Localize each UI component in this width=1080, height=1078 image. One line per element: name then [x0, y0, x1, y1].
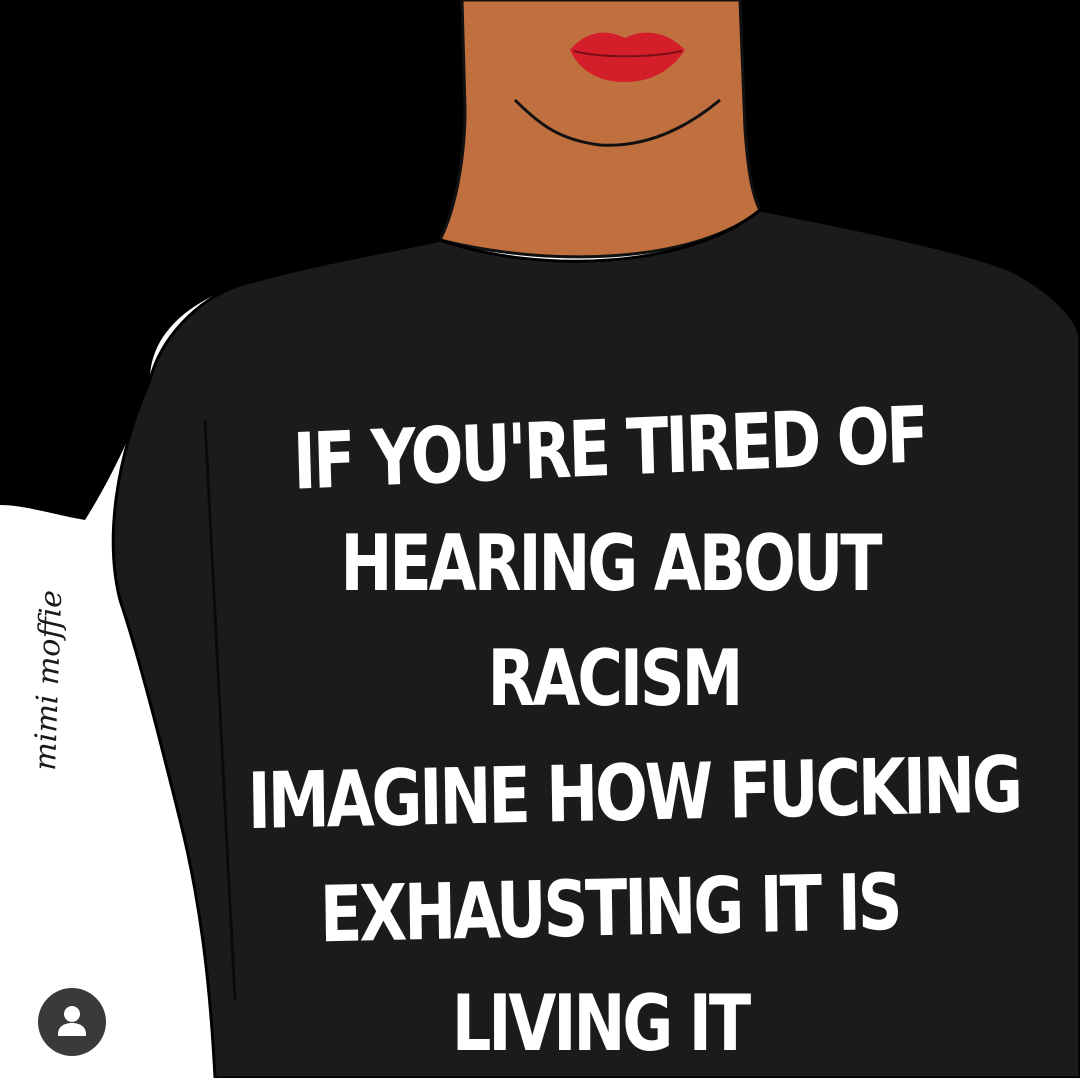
shirt-slogan: IF YOU'RE TIRED OF HEARING ABOUT RACISM …: [247, 389, 1020, 1078]
slogan-line: HEARING ABOUT: [340, 517, 883, 609]
illustration-scene: IF YOU'RE TIRED OF HEARING ABOUT RACISM …: [0, 0, 1080, 1078]
slogan-line: LIVING IT: [451, 977, 751, 1069]
user-profile-icon: [58, 1006, 86, 1036]
profile-button[interactable]: [38, 988, 106, 1056]
slogan-line: EXHAUSTING IT IS: [319, 856, 901, 961]
slogan-line: RACISM: [487, 632, 744, 724]
artist-signature: mimi moffie: [28, 589, 70, 772]
